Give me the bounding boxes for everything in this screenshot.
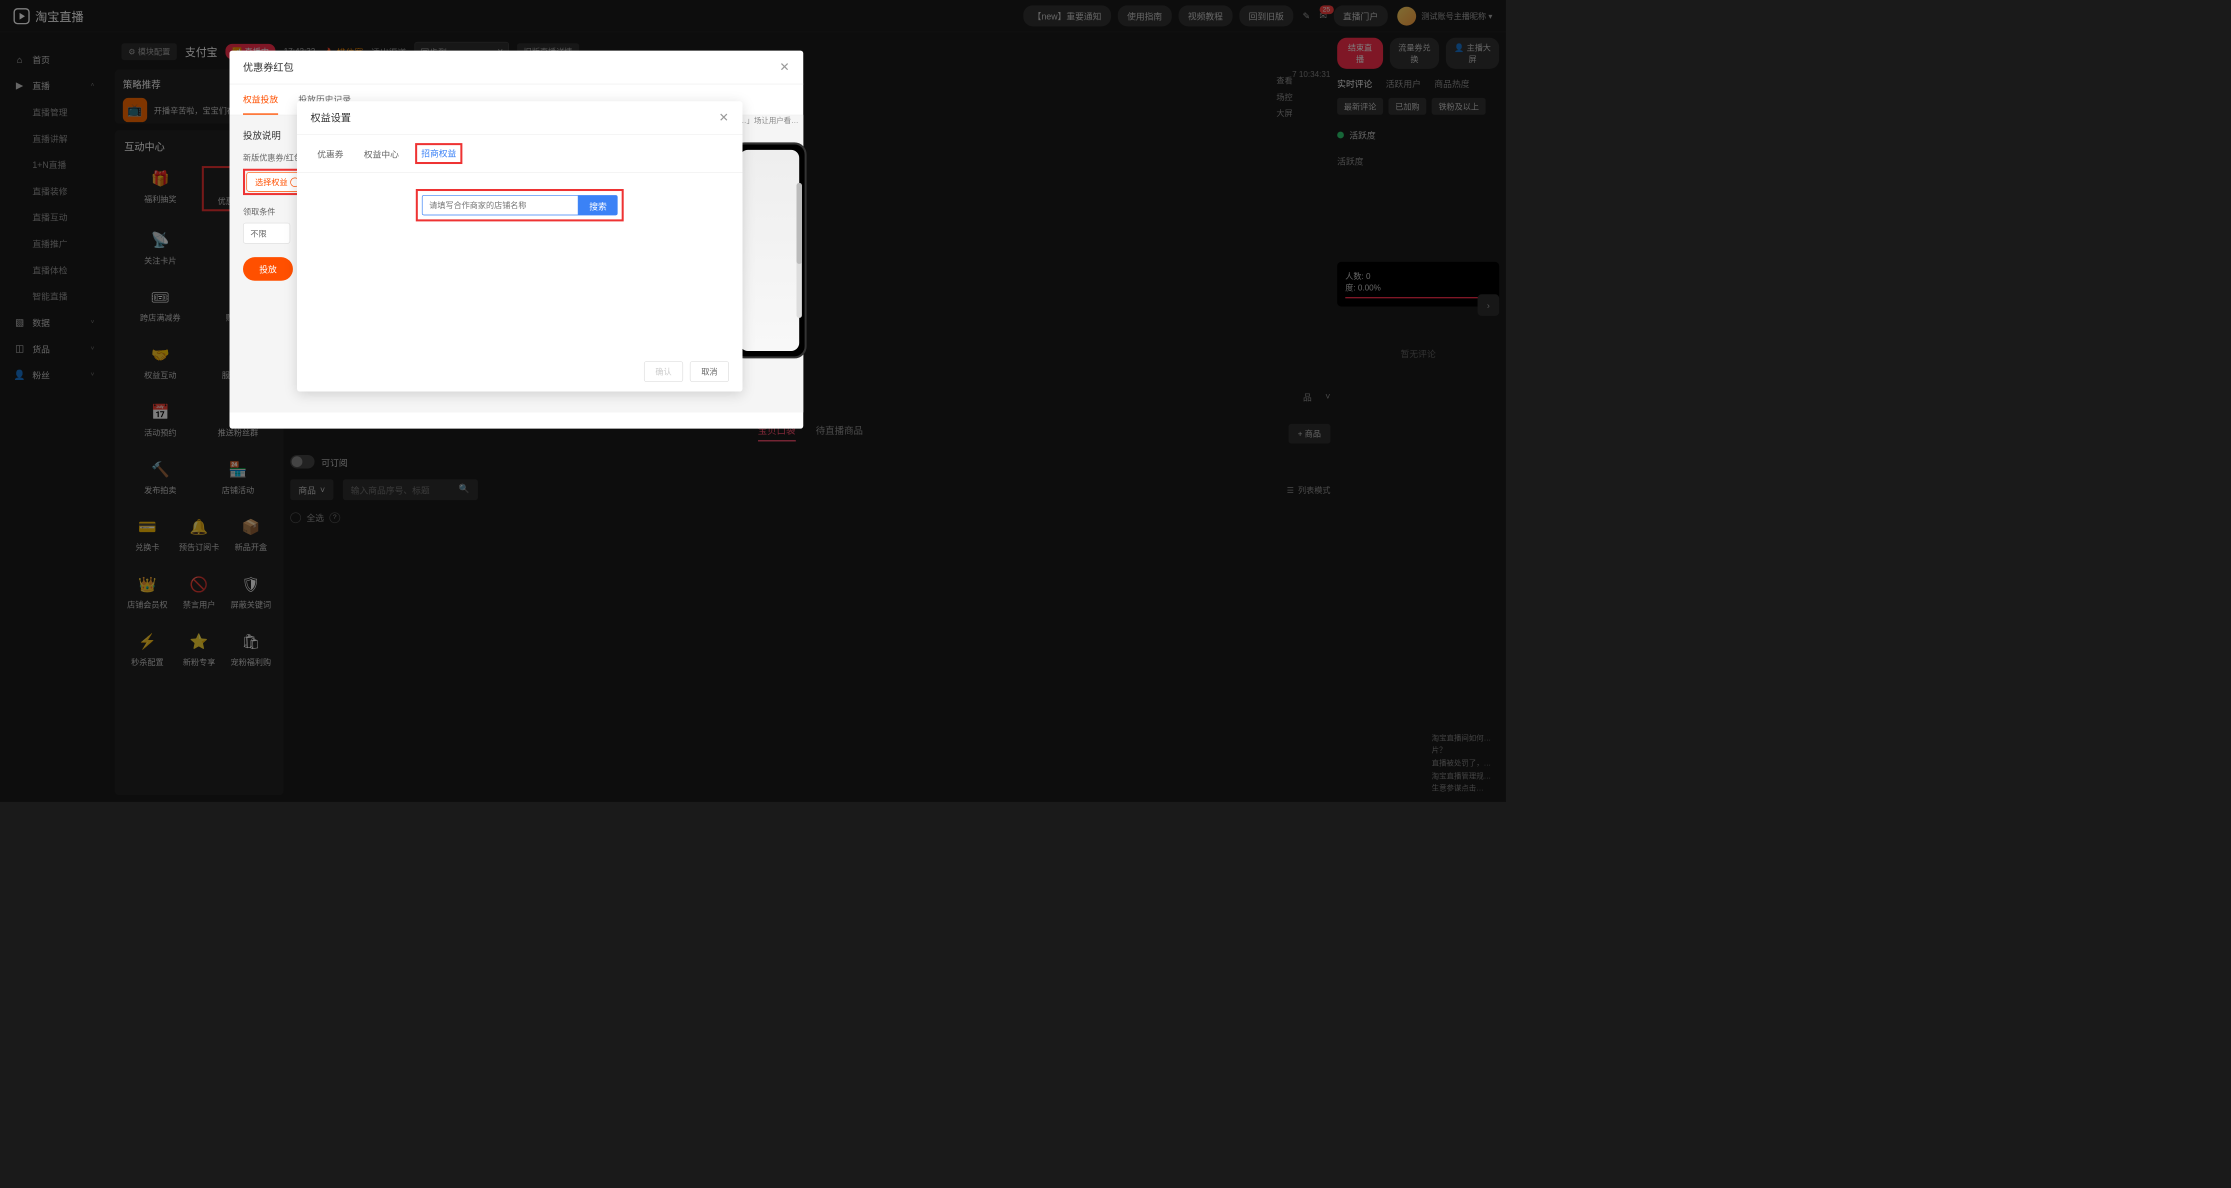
close-icon[interactable]: ✕	[780, 60, 790, 74]
modal2-title: 权益设置	[311, 111, 352, 125]
condition-select[interactable]: 不限	[243, 223, 290, 244]
phone-preview	[732, 142, 806, 358]
close-icon[interactable]: ✕	[719, 111, 729, 125]
condition-value: 不限	[250, 229, 266, 238]
modal1-tab-distribute[interactable]: 权益投放	[243, 84, 278, 114]
modal2-tab-merchant[interactable]: 招商权益	[421, 146, 456, 162]
distribute-button[interactable]: 投放	[243, 257, 293, 281]
modal2-tab-coupon[interactable]: 优惠券	[317, 144, 343, 162]
scrollbar[interactable]	[797, 183, 802, 318]
search-button[interactable]: 搜索	[578, 195, 617, 215]
modal2-tab-center[interactable]: 权益中心	[364, 144, 399, 162]
select-rights-label: 选择权益	[255, 176, 287, 187]
modal1-title: 优惠券红包	[243, 60, 294, 74]
cancel-button[interactable]: 取消	[690, 361, 729, 382]
merchant-search: 搜索	[422, 195, 618, 215]
confirm-button[interactable]: 确认	[644, 361, 683, 382]
merchant-input[interactable]	[422, 195, 579, 215]
scroll-thumb[interactable]	[797, 183, 802, 264]
rights-settings-modal: 权益设置 ✕ 优惠券 权益中心 招商权益 搜索 确认 取消	[297, 101, 743, 391]
